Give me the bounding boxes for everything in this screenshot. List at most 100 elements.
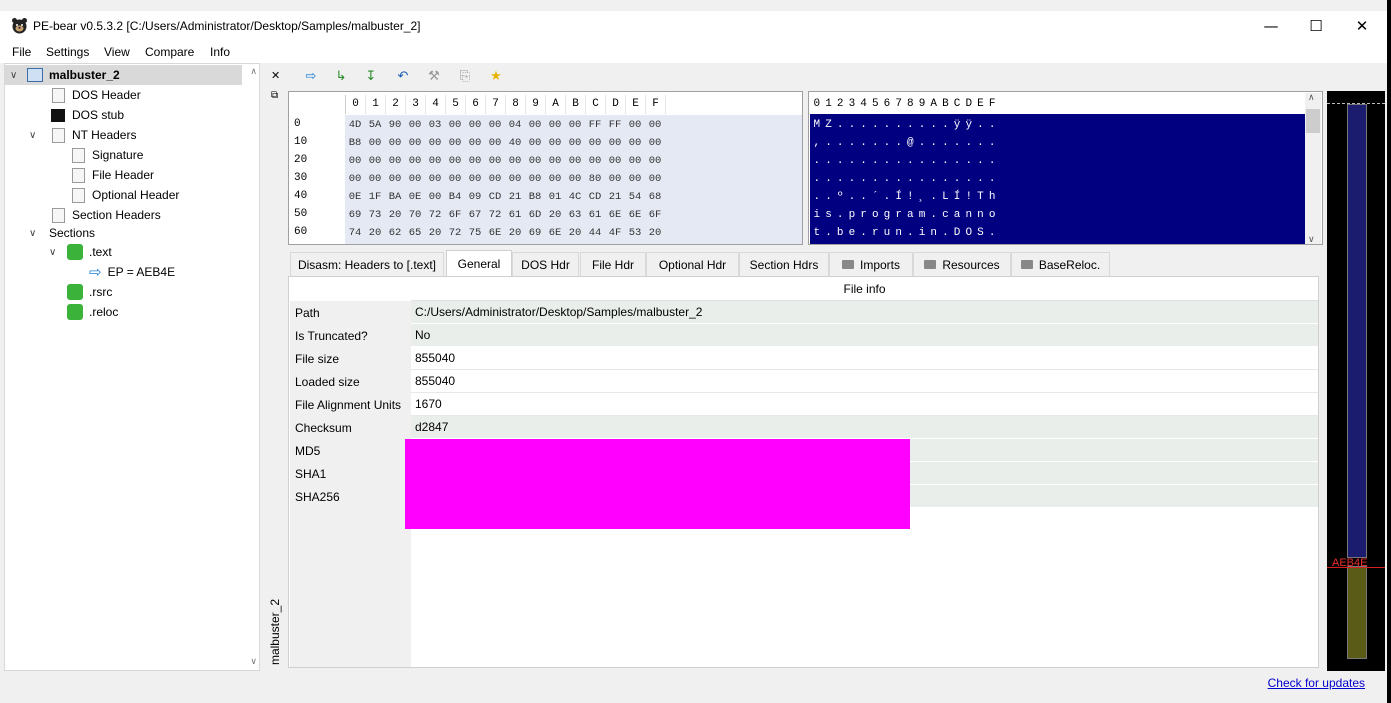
close-button[interactable]: ✕ xyxy=(1339,11,1385,41)
check-updates-link[interactable]: Check for updates xyxy=(1268,676,1365,690)
hex-byte[interactable]: 65 xyxy=(405,227,425,239)
ascii-char[interactable]: . xyxy=(893,155,905,167)
ascii-row[interactable]: ................ xyxy=(811,152,998,170)
go-to-arrow-icon[interactable]: ⇨ xyxy=(303,70,319,84)
ascii-char[interactable]: u xyxy=(881,227,893,239)
ascii-char[interactable]: ! xyxy=(905,191,917,203)
ascii-char[interactable]: r xyxy=(869,227,881,239)
hex-byte[interactable]: 20 xyxy=(425,227,445,239)
ascii-char[interactable]: . xyxy=(823,137,835,149)
hex-byte[interactable]: 00 xyxy=(525,137,545,149)
hex-view[interactable]: 0123456789ABCDEF 0 4D 5A 90 00 03 00 00 00 04 00 00… xyxy=(288,91,803,245)
collapse-icon[interactable]: ∨ xyxy=(49,247,56,258)
code-section-block[interactable] xyxy=(1347,104,1367,558)
hex-byte[interactable]: 75 xyxy=(465,227,485,239)
tree-item-root[interactable]: ∨ malbuster_2 xyxy=(5,65,242,85)
hex-byte[interactable]: 72 xyxy=(445,227,465,239)
hex-byte[interactable]: 00 xyxy=(585,155,605,167)
hex-byte[interactable]: 20 xyxy=(365,227,385,239)
info-value[interactable]: 855040 xyxy=(411,370,1318,393)
ascii-char[interactable]: . xyxy=(928,137,940,149)
ascii-char[interactable]: . xyxy=(975,155,987,167)
scroll-up-icon[interactable]: ∧ xyxy=(250,67,257,77)
ascii-char[interactable]: ÿ xyxy=(963,119,975,131)
ascii-char[interactable]: . xyxy=(986,227,998,239)
ascii-char[interactable]: @ xyxy=(905,137,917,149)
info-value[interactable]: C:/Users/Administrator/Desktop/Samples/m… xyxy=(411,301,1318,324)
ascii-char[interactable]: . xyxy=(823,155,835,167)
tab-resources[interactable]: Resources xyxy=(913,252,1011,276)
ascii-char[interactable]: i xyxy=(811,209,823,221)
hex-row[interactable]: 0E 1F BA 0E 00 B4 09 CD 21 B8 01 4C CD 21 54 68 xyxy=(345,188,665,206)
scroll-down-icon[interactable]: ∨ xyxy=(250,657,257,667)
tab-file-hdr[interactable]: File Hdr xyxy=(580,252,646,276)
ascii-char[interactable]: . xyxy=(893,173,905,185)
star-icon[interactable]: ★ xyxy=(488,70,504,84)
info-value[interactable]: d2847 xyxy=(411,416,1318,439)
hex-byte[interactable]: 20 xyxy=(645,227,665,239)
hex-byte[interactable]: 00 xyxy=(365,155,385,167)
ascii-char[interactable]: S xyxy=(975,227,987,239)
hex-byte[interactable]: 00 xyxy=(625,119,645,131)
ascii-char[interactable]: . xyxy=(869,155,881,167)
ascii-char[interactable]: . xyxy=(963,155,975,167)
hex-byte[interactable]: 00 xyxy=(605,155,625,167)
minimize-button[interactable]: — xyxy=(1248,11,1294,41)
tree-item-text[interactable]: ∨ .text xyxy=(49,242,112,262)
tab-general[interactable]: General xyxy=(446,250,512,277)
hex-byte[interactable]: 74 xyxy=(345,227,365,239)
ascii-char[interactable]: s xyxy=(823,209,835,221)
ascii-char[interactable]: n xyxy=(975,209,987,221)
hex-byte[interactable]: 01 xyxy=(545,191,565,203)
ascii-char[interactable]: D xyxy=(951,227,963,239)
hex-byte[interactable]: 00 xyxy=(425,191,445,203)
hex-byte[interactable]: 00 xyxy=(425,173,445,185)
hex-byte[interactable]: 00 xyxy=(485,119,505,131)
ascii-char[interactable]: p xyxy=(846,209,858,221)
hex-byte[interactable]: 00 xyxy=(345,155,365,167)
hex-byte[interactable]: 00 xyxy=(565,173,585,185)
hex-byte[interactable]: 6F xyxy=(645,209,665,221)
ascii-char[interactable]: . xyxy=(834,155,846,167)
ascii-char[interactable]: . xyxy=(846,119,858,131)
hex-byte[interactable]: 5A xyxy=(365,119,385,131)
ascii-char[interactable]: Í xyxy=(951,191,963,203)
collapse-icon[interactable]: ∨ xyxy=(10,70,17,81)
hex-byte[interactable]: 6D xyxy=(525,209,545,221)
hex-byte[interactable]: B8 xyxy=(525,191,545,203)
hex-byte[interactable]: 00 xyxy=(545,137,565,149)
ascii-char[interactable]: . xyxy=(811,155,823,167)
hex-byte[interactable]: 1F xyxy=(365,191,385,203)
hex-byte[interactable]: 21 xyxy=(505,191,525,203)
hex-byte[interactable]: 00 xyxy=(565,137,585,149)
hex-byte[interactable]: 00 xyxy=(585,137,605,149)
hex-byte[interactable]: 00 xyxy=(445,119,465,131)
hex-byte[interactable]: FF xyxy=(605,119,625,131)
ascii-char[interactable]: . xyxy=(823,227,835,239)
ascii-char[interactable]: . xyxy=(940,227,952,239)
info-value[interactable]: 855040 xyxy=(411,347,1318,370)
hex-byte[interactable]: 00 xyxy=(405,173,425,185)
hex-byte[interactable]: 67 xyxy=(465,209,485,221)
hex-byte[interactable]: 20 xyxy=(385,209,405,221)
ascii-char[interactable]: . xyxy=(834,173,846,185)
ascii-char[interactable]: O xyxy=(963,227,975,239)
hex-byte[interactable]: 00 xyxy=(565,119,585,131)
ascii-char[interactable]: º xyxy=(834,191,846,203)
ascii-char[interactable]: . xyxy=(858,155,870,167)
menu-compare[interactable]: Compare xyxy=(145,45,194,59)
hex-row[interactable]: 4D 5A 90 00 03 00 00 00 04 00 00 00 FF FF 00 00 xyxy=(345,116,665,134)
ascii-scrollbar[interactable]: ∧ ∨ xyxy=(1305,93,1321,244)
hex-byte[interactable]: 00 xyxy=(565,155,585,167)
hex-byte[interactable]: 44 xyxy=(585,227,605,239)
hex-byte[interactable]: 69 xyxy=(345,209,365,221)
ascii-char[interactable]: Z xyxy=(823,119,835,131)
tree-item-rsrc[interactable]: .rsrc xyxy=(67,282,112,302)
ascii-view[interactable]: 0123456789ABCDEF MZ..........ÿÿ..,......… xyxy=(808,91,1323,245)
tree-item-dos-header[interactable]: DOS Header xyxy=(51,85,141,105)
ascii-char[interactable]: . xyxy=(963,137,975,149)
hex-byte[interactable]: 00 xyxy=(485,155,505,167)
hex-row[interactable]: 00 00 00 00 00 00 00 00 00 00 00 00 00 00 00 00 xyxy=(345,152,665,170)
ascii-char[interactable]: . xyxy=(928,119,940,131)
hex-byte[interactable]: 6E xyxy=(605,209,625,221)
